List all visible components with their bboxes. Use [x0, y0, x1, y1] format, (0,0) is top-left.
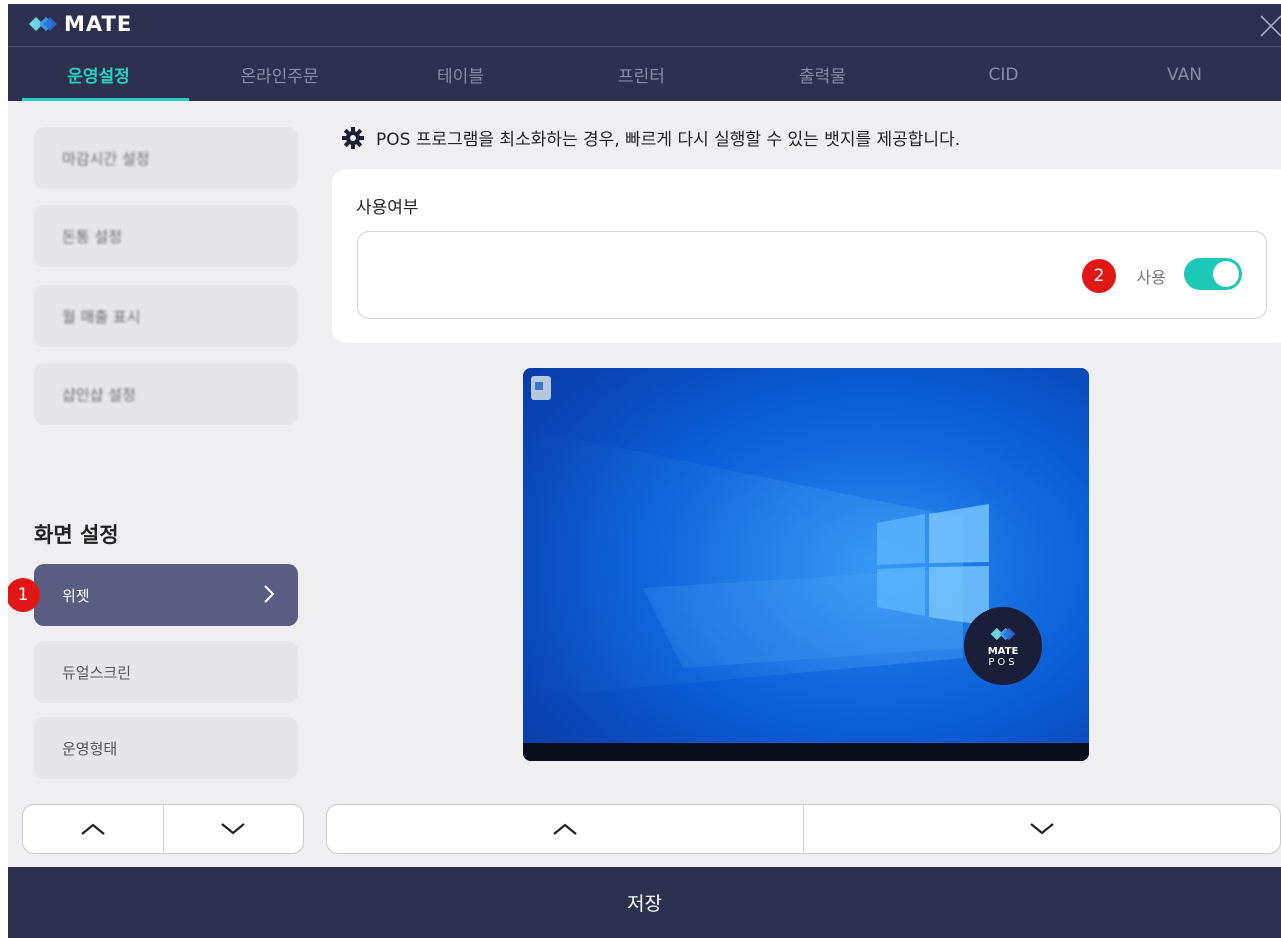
- sidebar-item-label: 위젯: [62, 586, 90, 605]
- tab-table[interactable]: 테이블: [370, 47, 551, 102]
- sidebar-scroll-down-button[interactable]: [162, 805, 304, 853]
- close-button[interactable]: [1255, 10, 1281, 40]
- step-badge-2: 2: [1082, 259, 1116, 293]
- toggle-knob: [1213, 261, 1239, 287]
- app-logo: MATE: [26, 12, 132, 36]
- usage-toggle[interactable]: [1184, 258, 1242, 290]
- tab-online-order[interactable]: 온라인주문: [189, 47, 370, 102]
- save-button[interactable]: 저장: [8, 867, 1281, 938]
- chevron-right-icon: [264, 585, 275, 603]
- sidebar-item-label: 샵인샵 설정: [62, 385, 136, 404]
- windows-desktop-wallpaper: [523, 368, 1089, 761]
- sidebar-item-label: 돈통 설정: [62, 227, 122, 246]
- desktop-preview-image: MATE POS: [523, 368, 1089, 761]
- usage-card: 사용여부 2 사용: [332, 169, 1281, 343]
- tab-cid[interactable]: CID: [913, 47, 1094, 102]
- mate-logo-icon: [29, 17, 57, 31]
- title-bar: MATE: [8, 4, 1281, 46]
- sidebar-item-closing-time[interactable]: 마감시간 설정: [34, 127, 298, 189]
- widget-description: POS 프로그램을 최소화하는 경우, 빠르게 다시 실행할 수 있는 뱃지를 …: [342, 125, 960, 150]
- save-label: 저장: [627, 893, 662, 915]
- chevron-down-icon: [221, 823, 245, 835]
- usage-label: 사용여부: [356, 198, 419, 218]
- preview-taskbar: [523, 743, 1089, 761]
- mate-settings-window: MATE 운영설정 온라인주문 테이블 프린터 출력물 CID VAN 마감시간…: [8, 4, 1281, 938]
- mate-pos-floating-badge: MATE POS: [964, 607, 1042, 685]
- chevron-down-icon: [1030, 823, 1054, 835]
- mate-logo-icon: [990, 627, 1016, 641]
- tab-operation-settings[interactable]: 운영설정: [8, 47, 189, 102]
- sidebar-item-label: 듀얼스크린: [62, 663, 132, 682]
- sidebar-item-label: 운영형태: [62, 739, 118, 758]
- sidebar-scroll-up-button[interactable]: [23, 805, 163, 853]
- content-scroll-up-button[interactable]: [327, 805, 803, 853]
- settings-sidebar: 마감시간 설정 돈통 설정 월 매출 표시 샵인샵 설정 화면 설정 위젯 듀얼…: [8, 101, 316, 792]
- badge-text-mate: MATE: [987, 646, 1019, 657]
- chevron-up-icon: [553, 823, 577, 835]
- main-panel: POS 프로그램을 최소화하는 경우, 빠르게 다시 실행할 수 있는 뱃지를 …: [316, 101, 1281, 792]
- sidebar-item-shop-in-shop[interactable]: 샵인샵 설정: [34, 363, 298, 425]
- sidebar-item-widget[interactable]: 위젯: [34, 564, 298, 626]
- sidebar-scroll-nav: [22, 804, 304, 854]
- sidebar-section-title: 화면 설정: [34, 523, 119, 547]
- description-text: POS 프로그램을 최소화하는 경우, 빠르게 다시 실행할 수 있는 뱃지를 …: [376, 130, 961, 150]
- sidebar-item-label: 마감시간 설정: [62, 149, 150, 168]
- sidebar-item-operation-type[interactable]: 운영형태: [34, 717, 298, 779]
- sidebar-item-monthly-sales[interactable]: 월 매출 표시: [34, 285, 298, 347]
- sidebar-item-dual-screen[interactable]: 듀얼스크린: [34, 641, 298, 703]
- tab-van[interactable]: VAN: [1094, 47, 1275, 102]
- settings-tab-bar: 운영설정 온라인주문 테이블 프린터 출력물 CID VAN: [8, 46, 1281, 102]
- chevron-up-icon: [81, 823, 105, 835]
- tab-output[interactable]: 출력물: [732, 47, 913, 102]
- close-icon: [1260, 15, 1281, 37]
- gear-icon: [342, 126, 364, 149]
- app-logo-text: MATE: [64, 12, 133, 36]
- sidebar-item-label: 월 매출 표시: [62, 307, 141, 326]
- content-scroll-down-button[interactable]: [803, 805, 1280, 853]
- tab-printer[interactable]: 프린터: [551, 47, 732, 102]
- usage-toggle-row: 2 사용: [357, 231, 1267, 319]
- sidebar-item-cash-drawer[interactable]: 돈통 설정: [34, 205, 298, 267]
- toggle-label: 사용: [1136, 268, 1166, 287]
- content-scroll-nav: [326, 804, 1281, 854]
- badge-text-pos: POS: [988, 657, 1018, 668]
